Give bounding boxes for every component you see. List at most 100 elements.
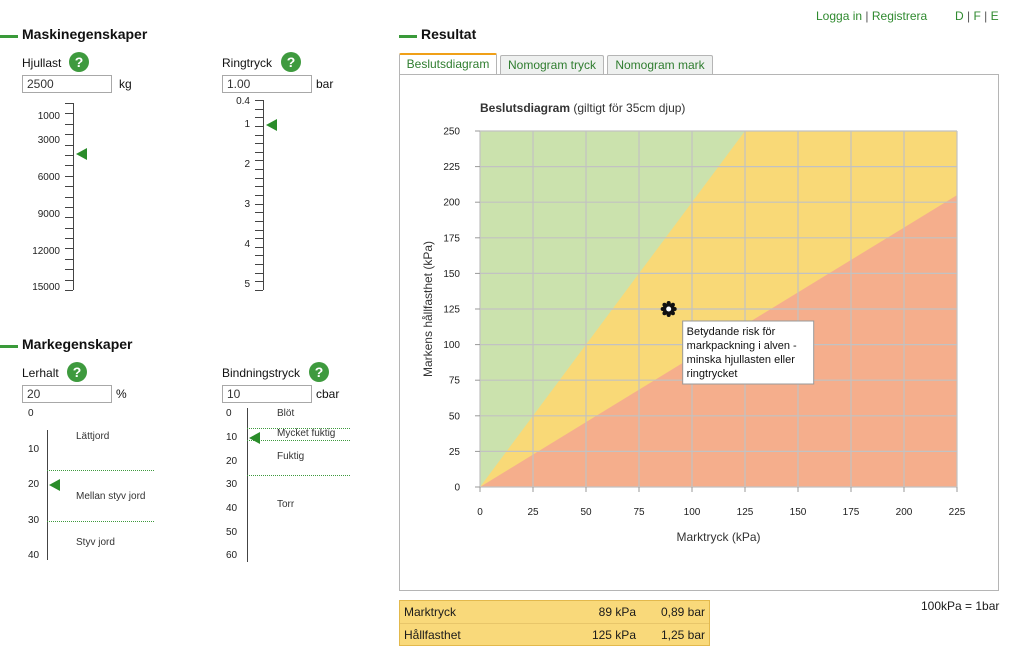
tab-nomogram-tryck[interactable]: Nomogram tryck xyxy=(500,55,604,75)
wheel-load-scale-tick xyxy=(65,238,73,240)
tire-pressure-scale-tick xyxy=(255,100,263,101)
annotation-text: ringtrycket xyxy=(687,368,738,380)
clay-zone-label: Mellan styv jord xyxy=(76,491,146,502)
wheel-load-scale-label: 3000 xyxy=(37,135,60,146)
wheel-load-label: Hjullast xyxy=(22,56,62,70)
language-e-link[interactable]: E xyxy=(991,9,999,23)
tire-pressure-scale-tick xyxy=(255,151,263,153)
tire-pressure-scale-label: 3 xyxy=(244,199,250,210)
x-tick-label: 225 xyxy=(949,507,966,518)
result-row-marktryck: Marktryck 89 kPa 0,89 bar xyxy=(400,601,709,623)
result-table: Marktryck 89 kPa 0,89 bar Hållfasthet 12… xyxy=(399,600,710,646)
chart-title-main: Beslutsdiagram xyxy=(480,101,570,115)
tire-pressure-scale-label: 0.4 xyxy=(236,96,250,107)
clay-scale-label: 0 xyxy=(28,408,34,419)
login-link[interactable]: Logga in xyxy=(816,9,862,23)
y-tick-label: 50 xyxy=(449,411,461,422)
soil-section-title: Markegenskaper xyxy=(0,336,133,352)
binding-zone-divider xyxy=(247,428,350,429)
wheel-load-scale-axis xyxy=(73,103,74,290)
x-tick-label: 200 xyxy=(896,507,913,518)
tab-nomogram-mark[interactable]: Nomogram mark xyxy=(607,55,713,75)
binding-scale-label: 20 xyxy=(226,456,238,467)
language-f-link[interactable]: F xyxy=(973,9,980,23)
clay-input[interactable] xyxy=(22,385,112,403)
wheel-load-help-icon[interactable]: ? xyxy=(69,52,89,72)
tire-pressure-scale-tick xyxy=(255,212,263,214)
x-tick-label: 100 xyxy=(684,507,701,518)
clay-help-icon[interactable]: ? xyxy=(67,362,87,382)
x-tick-label: 0 xyxy=(477,507,483,518)
wheel-load-scale-label: 9000 xyxy=(37,209,60,220)
tire-pressure-scale-tick xyxy=(255,177,263,179)
top-navigation: Logga in | Registrera xyxy=(816,9,927,23)
tire-pressure-scale-tick xyxy=(255,169,263,171)
wheel-load-unit: kg xyxy=(119,77,132,91)
y-tick-label: 150 xyxy=(443,269,460,280)
tire-pressure-input[interactable] xyxy=(222,75,312,93)
tire-pressure-help-icon[interactable]: ? xyxy=(281,52,301,72)
y-tick-label: 25 xyxy=(449,447,461,458)
decision-chart: 0 25 50 75 100 125 150 175 200 225 0 25 50 75 100 125 15… xyxy=(421,101,966,544)
wheel-load-scale-tick xyxy=(65,227,73,229)
result-bar: 1,25 bar xyxy=(660,628,705,642)
result-label: Hållfasthet xyxy=(404,628,461,642)
register-link[interactable]: Registrera xyxy=(872,9,927,23)
y-tick-label: 225 xyxy=(443,162,460,173)
tire-pressure-scale-label: 1 xyxy=(244,119,250,130)
result-bar: 0,89 bar xyxy=(660,605,705,619)
binding-scale-label: 0 xyxy=(226,408,232,419)
binding-scale-label: 30 xyxy=(226,479,238,490)
binding-zone-label: Mycket fuktig xyxy=(277,428,336,439)
tire-pressure-scale-label: 2 xyxy=(244,159,250,170)
result-label: Marktryck xyxy=(404,605,456,619)
tire-pressure-scale-tick xyxy=(255,255,263,257)
tab-beslutsdiagram[interactable]: Beslutsdiagram xyxy=(399,53,497,75)
wheel-load-scale-tick xyxy=(65,134,73,136)
wheel-load-scale-tick xyxy=(65,269,73,271)
tire-pressure-scale-tick xyxy=(255,117,263,119)
binding-zone-label: Blöt xyxy=(277,408,295,419)
clay-scale-label: 20 xyxy=(28,479,40,490)
y-tick-label: 125 xyxy=(443,305,460,316)
binding-scale-label: 40 xyxy=(226,503,238,514)
tire-pressure-scale-tick xyxy=(255,143,263,145)
binding-zone-divider xyxy=(247,440,350,441)
wheel-load-scale-tick xyxy=(65,113,73,115)
binding-pressure-help-icon[interactable]: ? xyxy=(309,362,329,382)
tire-pressure-scale-tick xyxy=(255,238,263,240)
y-tick-label: 100 xyxy=(443,340,460,351)
chart-subtitle: (giltigt för 35cm djup) xyxy=(570,101,685,115)
clay-unit: % xyxy=(116,387,127,401)
binding-pressure-input[interactable] xyxy=(222,385,312,403)
tire-pressure-slider-handle-icon[interactable] xyxy=(266,119,277,131)
wheel-load-input[interactable] xyxy=(22,75,112,93)
x-tick-label: 150 xyxy=(790,507,807,518)
wheel-load-scale-tick xyxy=(65,279,73,281)
wheel-load-scale-tick xyxy=(65,248,73,250)
tire-pressure-scale-tick xyxy=(255,264,263,266)
x-tick-label: 50 xyxy=(580,507,592,518)
y-tick-label: 175 xyxy=(443,233,460,244)
clay-slider-handle-icon[interactable] xyxy=(49,479,60,491)
tire-pressure-unit: bar xyxy=(316,77,334,91)
binding-scale-label: 60 xyxy=(226,550,238,561)
tire-pressure-scale-tick xyxy=(255,290,263,291)
machine-section-title: Maskinegenskaper xyxy=(0,26,147,42)
wheel-load-slider-handle-icon[interactable] xyxy=(76,148,87,161)
chart-title: Beslutsdiagram (giltigt för 35cm djup) xyxy=(480,101,685,115)
wheel-load-scale-tick xyxy=(65,290,73,291)
wheel-load-scale-label: 6000 xyxy=(37,172,60,183)
binding-slider-handle-icon[interactable] xyxy=(249,431,260,444)
clay-scale-label: 30 xyxy=(28,515,40,526)
language-switcher: D | F | E xyxy=(955,9,999,23)
binding-zone-label: Fuktig xyxy=(277,451,305,462)
language-d-link[interactable]: D xyxy=(955,9,964,23)
wheel-load-scale-tick xyxy=(65,258,73,260)
wheel-load-scale-tick xyxy=(65,175,73,177)
clay-zone-label: Lättjord xyxy=(76,431,110,442)
wheel-load-scale-tick xyxy=(65,103,73,104)
y-tick-label: 200 xyxy=(443,198,460,209)
x-tick-label: 125 xyxy=(737,507,754,518)
data-point-marker-center xyxy=(666,306,672,312)
